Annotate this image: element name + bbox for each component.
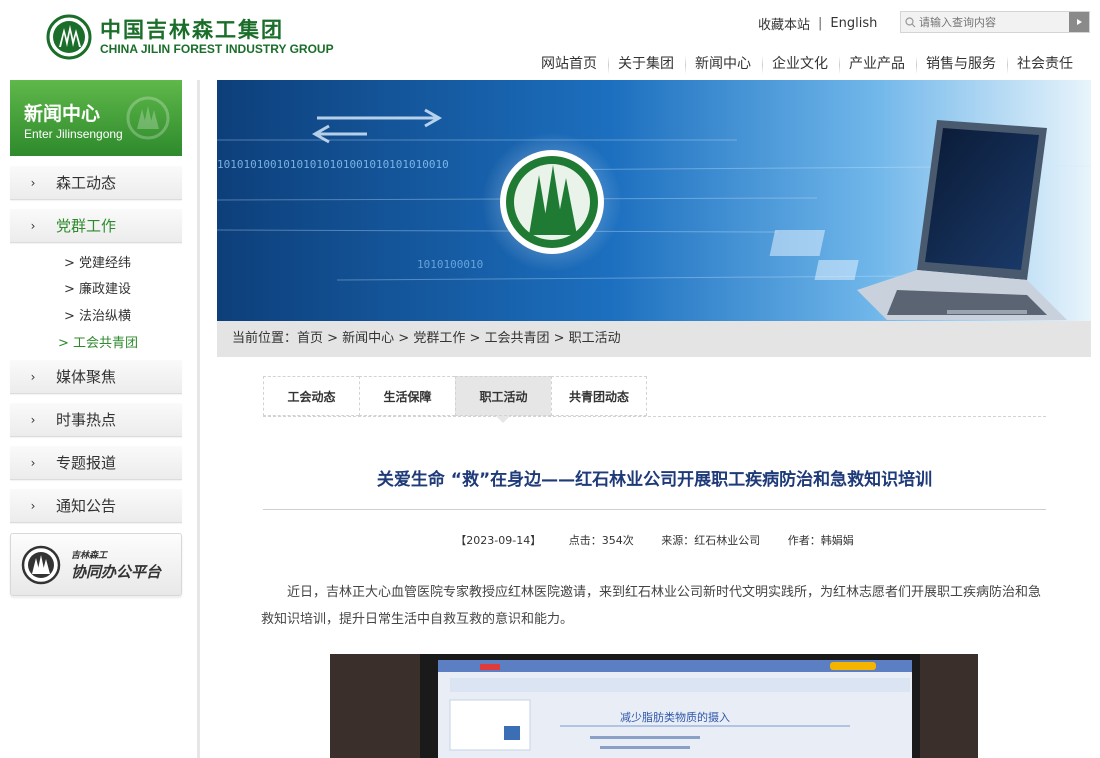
search-submit-button[interactable]	[1069, 12, 1089, 32]
tabs-divider	[263, 416, 1046, 417]
nav-about[interactable]: 关于集团	[607, 52, 684, 76]
tab-staff-activities[interactable]: 职工活动	[455, 376, 551, 416]
nav-sales-service[interactable]: 销售与服务	[915, 52, 1006, 76]
article-click-count: 点击：354次	[568, 534, 634, 547]
forest-logo-icon	[46, 14, 92, 60]
top-links-divider: |	[818, 16, 823, 31]
nav-products[interactable]: 产业产品	[838, 52, 915, 76]
hero-banner: 10101010010101010101001010101010010 1010…	[217, 80, 1091, 321]
site-header: 中国吉林森工集团 CHINA JILIN FOREST INDUSTRY GRO…	[0, 0, 1100, 80]
article-title: 关爱生命 “救”在身边——红石林业公司开展职工疾病防治和急救知识培训	[376, 470, 933, 490]
search-box	[900, 11, 1090, 33]
sidebar-section-title: 新闻中心 Enter Jilinsengong	[10, 80, 182, 156]
english-version-link[interactable]: English	[830, 16, 877, 31]
sidebar-item-label: 时事热点	[56, 411, 117, 429]
chevron-right-icon: ›	[30, 412, 36, 427]
binary-strip-1: 10101010010101010101001010101010010	[217, 158, 449, 171]
site-logo[interactable]: 中国吉林森工集团 CHINA JILIN FOREST INDUSTRY GRO…	[46, 14, 334, 60]
forest-logo-icon	[21, 545, 61, 584]
bookmark-site-link[interactable]: 收藏本站	[758, 14, 810, 33]
sidebar-item-label: 专题报道	[56, 454, 117, 472]
chevron-right-icon: ›	[30, 498, 36, 513]
sidebar-divider	[197, 80, 200, 758]
main-navigation: 网站首页 关于集团 新闻中心 企业文化 产业产品 销售与服务 社会责任	[530, 52, 1083, 76]
search-icon	[901, 12, 919, 32]
office-platform-link[interactable]: 吉林森工 协同办公平台	[10, 533, 182, 596]
tab-life-support[interactable]: 生活保障	[359, 376, 455, 416]
binary-strip-2: 1010100010	[417, 258, 483, 271]
tab-union-news[interactable]: 工会动态	[263, 376, 359, 416]
sidebar-item-label: 森工动态	[56, 174, 117, 192]
article-photo: 减少脂肪类物质的摄入	[330, 654, 978, 758]
sidebar-item-current-affairs[interactable]: › 时事热点	[10, 403, 182, 437]
sidebar-item-label: 媒体聚焦	[56, 368, 117, 386]
search-input[interactable]	[919, 15, 1069, 29]
article-author: 作者：韩娟娟	[787, 534, 854, 547]
sidebar-item-special-reports[interactable]: › 专题报道	[10, 446, 182, 480]
logo-chinese-name: 中国吉林森工集团	[100, 18, 284, 42]
banner-artwork: 10101010010101010101001010101010010 1010…	[217, 108, 1091, 320]
article-title-divider	[263, 509, 1046, 510]
sidebar-item-media-focus[interactable]: › 媒体聚焦	[10, 360, 182, 394]
tab-youth-league-news[interactable]: 共青团动态	[551, 376, 647, 416]
sidebar-item-notices[interactable]: › 通知公告	[10, 489, 182, 523]
sidebar-item-party-work[interactable]: › 党群工作	[10, 209, 182, 243]
office-platform-brand: 吉林森工	[71, 550, 108, 561]
nav-culture[interactable]: 企业文化	[761, 52, 838, 76]
sidebar-item-label: 通知公告	[56, 497, 117, 515]
breadcrumb: 当前位置：首页 > 新闻中心 > 党群工作 > 工会共青团 > 职工活动	[217, 321, 1091, 357]
top-utility-links: 收藏本站 | English	[758, 14, 877, 33]
sidebar-subitem-rule-of-law[interactable]: > 法治纵横	[64, 305, 131, 324]
chevron-right-icon: ›	[30, 218, 36, 233]
chevron-right-icon: ›	[30, 455, 36, 470]
sidebar-subitem-union-youth-league[interactable]: > 工会共青团	[58, 332, 138, 351]
forest-watermark-icon	[126, 96, 170, 140]
sidebar-subitem-party-building[interactable]: > 党建经纬	[64, 252, 131, 271]
article-paragraph: 近日，吉林正大心血管医院专家教授应红林医院邀请，来到红石林业公司新时代文明实践所…	[261, 585, 1042, 627]
sub-category-tabs: 工会动态 生活保障 职工活动 共青团动态	[263, 376, 647, 416]
chevron-right-icon: ›	[30, 175, 36, 190]
left-sidebar: 新闻中心 Enter Jilinsengong › 森工动态 › 党群工作 > …	[0, 80, 200, 758]
article-date: 【2023-09-14】	[455, 534, 542, 547]
nav-home[interactable]: 网站首页	[530, 52, 607, 76]
play-arrow-icon	[1077, 19, 1082, 25]
active-tab-pointer-icon	[496, 416, 510, 423]
office-platform-title: 协同办公平台	[71, 562, 162, 581]
nav-social-responsibility[interactable]: 社会责任	[1006, 52, 1083, 76]
sidebar-item-label: 党群工作	[56, 217, 117, 235]
slide-heading: 减少脂肪类物质的摄入	[620, 710, 730, 724]
sidebar-subitem-clean-governance[interactable]: > 廉政建设	[64, 278, 131, 297]
sidebar-item-sengong-news[interactable]: › 森工动态	[10, 166, 182, 200]
article-meta: 【2023-09-14】 点击：354次 来源：红石林业公司 作者：韩娟娟	[263, 532, 1046, 548]
article-source: 来源：红石林业公司	[661, 534, 761, 547]
logo-english-name: CHINA JILIN FOREST INDUSTRY GROUP	[100, 42, 334, 56]
nav-news[interactable]: 新闻中心	[684, 52, 761, 76]
chevron-right-icon: ›	[30, 369, 36, 384]
